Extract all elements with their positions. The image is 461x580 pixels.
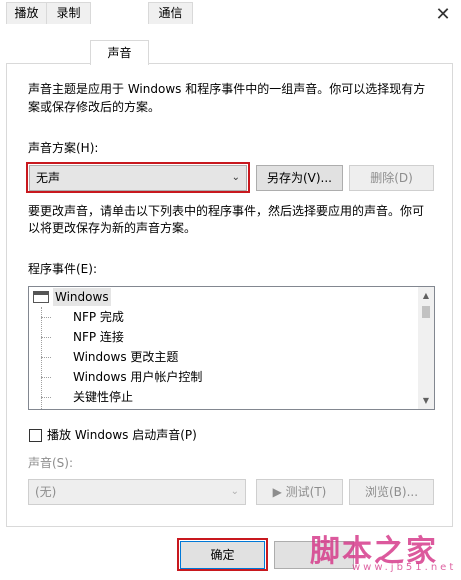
sounds-panel: 声音主题是应用于 Windows 和程序事件中的一组声音。你可以选择现有方 案或… xyxy=(6,63,453,527)
test-button[interactable]: ▶ 测试(T) xyxy=(256,479,343,505)
list-item[interactable]: NFP 连接 xyxy=(73,328,124,348)
tree-line xyxy=(41,337,51,338)
sound-scheme-dropdown[interactable]: 无声 ⌄ xyxy=(29,165,247,191)
delete-button[interactable]: 删除(D) xyxy=(349,165,434,191)
watermark: 脚本之家 www.jb51.net xyxy=(300,524,461,580)
tree-line xyxy=(41,307,42,409)
sound-scheme-value: 无声 xyxy=(36,171,61,185)
tab-playback[interactable]: 播放 xyxy=(6,2,47,24)
browse-button[interactable]: 浏览(B)... xyxy=(349,479,434,505)
scroll-thumb[interactable] xyxy=(422,306,430,318)
tab-sounds[interactable]: 声音 xyxy=(90,40,149,65)
program-events-list[interactable]: Windows NFP 完成 NFP 连接 Windows 更改主题 Windo… xyxy=(28,286,435,410)
intro-text-line2: 案或保存修改后的方案。 xyxy=(28,100,161,114)
list-item-label: Windows xyxy=(53,288,111,306)
intro-text-line1: 声音主题是应用于 Windows 和程序事件中的一组声音。你可以选择现有方 xyxy=(28,82,426,96)
tab-communications[interactable]: 通信 xyxy=(148,2,193,24)
tab-label: 录制 xyxy=(56,6,81,20)
tree-line xyxy=(41,397,51,398)
change-text-line1: 要更改声音，请单击以下列表中的程序事件，然后选择要应用的声音。你可 xyxy=(28,204,425,218)
change-text-line2: 以将更改保存为新的声音方案。 xyxy=(28,221,197,235)
window-icon xyxy=(33,291,49,303)
list-item-windows[interactable]: Windows xyxy=(29,287,419,307)
sound-label: 声音(S): xyxy=(28,456,74,470)
tab-label: 播放 xyxy=(14,6,39,20)
chevron-down-icon: ⌄ xyxy=(231,172,240,183)
ok-button[interactable]: 确定 xyxy=(180,541,265,569)
tab-recording[interactable]: 录制 xyxy=(46,2,91,24)
save-as-button[interactable]: 另存为(V)... xyxy=(256,165,343,191)
chevron-down-icon: ⌄ xyxy=(230,486,239,497)
tree-line xyxy=(41,357,51,358)
list-item[interactable]: NFP 完成 xyxy=(73,308,124,328)
scroll-up-icon[interactable]: ▲ xyxy=(418,287,434,304)
list-item[interactable]: Windows 更改主题 xyxy=(73,348,178,368)
program-events-label: 程序事件(E): xyxy=(28,262,97,276)
watermark-url: www.jb51.net xyxy=(352,562,457,573)
sound-dropdown[interactable]: (无) ⌄ xyxy=(28,479,246,505)
list-item[interactable]: Windows 用户帐户控制 xyxy=(73,368,202,388)
close-button[interactable]: ✕ xyxy=(430,2,456,28)
startup-sound-label: 播放 Windows 启动声音(P) xyxy=(47,428,197,442)
vertical-scrollbar[interactable]: ▲ ▼ xyxy=(418,287,434,409)
sound-value: (无) xyxy=(35,485,57,499)
scheme-label: 声音方案(H): xyxy=(28,141,99,155)
list-item[interactable]: 关键性停止 xyxy=(73,388,133,408)
scroll-down-icon[interactable]: ▼ xyxy=(418,392,434,409)
tree-line xyxy=(41,317,51,318)
tree-line xyxy=(41,377,51,378)
tab-label: 声音 xyxy=(107,46,132,60)
tab-label: 通信 xyxy=(158,6,183,20)
startup-sound-checkbox[interactable] xyxy=(29,429,42,442)
